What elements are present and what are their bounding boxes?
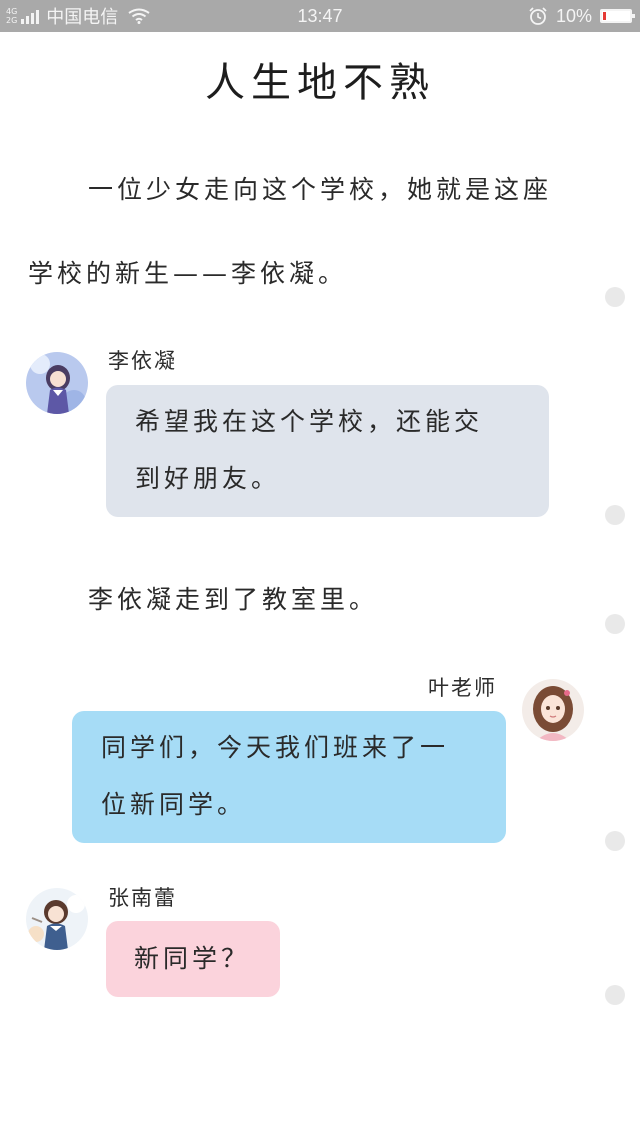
- alarm-clock-icon: [529, 7, 547, 25]
- speaker-name: 叶老师: [428, 676, 497, 700]
- scroll-dot[interactable]: [605, 287, 625, 307]
- avatar-ye-teacher: [522, 679, 584, 741]
- story-title: 人生地不熟: [205, 60, 435, 106]
- status-bar: 4G 2G 中国电信 13:47 10%: [0, 0, 640, 32]
- girl-avatar-icon: [26, 888, 88, 950]
- chat-bubble-line: 同学们，今天我们班来了一: [101, 733, 450, 762]
- scroll-dot[interactable]: [605, 614, 625, 634]
- chat-bubble-line: 希望我在这个学校，还能交: [135, 407, 484, 436]
- battery-level: [603, 12, 606, 20]
- battery-icon: [600, 9, 635, 23]
- chat-bubble: 同学们，今天我们班来了一 位新同学。: [72, 711, 506, 843]
- avatar-zhang-nanlei: [26, 888, 88, 950]
- narration-text: 李依凝走到了教室里。: [88, 585, 379, 614]
- chat-bubble-line: 到好朋友。: [135, 464, 281, 493]
- speaker-name: 张南蕾: [108, 886, 177, 910]
- scroll-dot[interactable]: [605, 985, 625, 1005]
- scroll-dot[interactable]: [605, 505, 625, 525]
- girl-avatar-icon: [26, 352, 88, 414]
- scroll-dot[interactable]: [605, 831, 625, 851]
- chat-bubble: 希望我在这个学校，还能交 到好朋友。: [106, 385, 549, 517]
- narration-text: 学校的新生——李依凝。: [28, 259, 348, 288]
- chat-bubble-line: 位新同学。: [101, 790, 247, 819]
- teacher-avatar-icon: [522, 679, 584, 741]
- chat-bubble-line: 新同学？: [134, 944, 251, 973]
- status-right: 10%: [528, 0, 635, 32]
- speaker-name: 李依凝: [108, 349, 177, 373]
- avatar-li-yining: [26, 352, 88, 414]
- chat-bubble: 新同学？: [106, 921, 280, 997]
- battery-percent: 10%: [555, 5, 592, 26]
- narration-text: 一位少女走向这个学校，她就是这座: [88, 175, 553, 204]
